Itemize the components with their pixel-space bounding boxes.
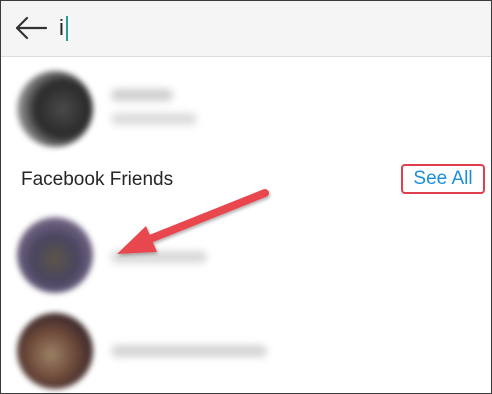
back-button[interactable] <box>11 9 51 47</box>
text-caret <box>66 16 68 41</box>
blurred-name <box>111 251 207 263</box>
search-bar: i <box>1 1 491 57</box>
avatar <box>17 313 93 389</box>
list-item[interactable] <box>1 61 491 151</box>
search-input[interactable]: i <box>59 15 64 41</box>
see-all-button[interactable]: See All <box>401 164 485 194</box>
avatar <box>17 217 93 293</box>
see-all-label: See All <box>413 168 473 189</box>
section-title: Facebook Friends <box>21 169 174 190</box>
list-item[interactable] <box>1 211 491 301</box>
avatar <box>17 71 93 147</box>
list-item[interactable] <box>1 303 491 393</box>
blurred-username <box>111 89 173 101</box>
blurred-name <box>111 345 267 357</box>
blurred-fullname <box>111 113 197 125</box>
app-frame: i Facebook Friends See All <box>0 0 492 394</box>
arrow-left-icon <box>15 16 48 40</box>
